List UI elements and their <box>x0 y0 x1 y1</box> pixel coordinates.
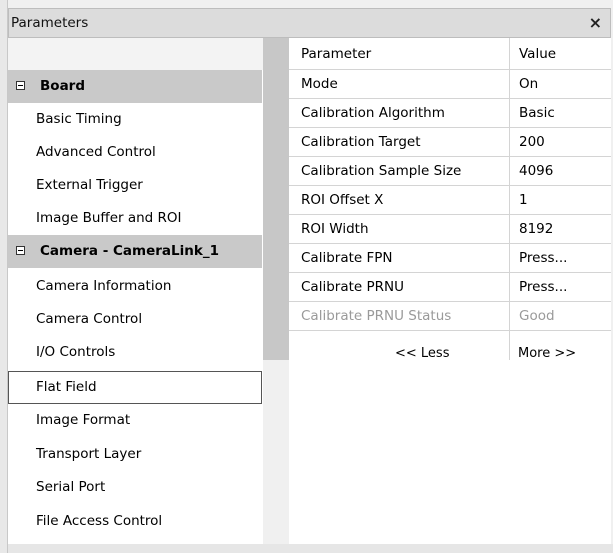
tree-item-label: External Trigger <box>36 177 143 193</box>
param-row-mode[interactable]: Mode On <box>289 70 611 99</box>
param-value[interactable]: 200 <box>519 134 545 150</box>
param-value[interactable]: 4096 <box>519 163 553 179</box>
param-name: Calibrate FPN <box>301 250 393 266</box>
param-name: Calibrate PRNU Status <box>301 308 452 324</box>
tree-item-label: I/O Controls <box>36 344 116 360</box>
param-value: Good <box>519 308 555 324</box>
tree-item-label: Flat Field <box>36 379 97 395</box>
tree-item-image-format[interactable]: Image Format <box>8 404 262 437</box>
param-name: Calibrate PRNU <box>301 279 404 295</box>
param-name: Mode <box>301 76 338 92</box>
tree-item-label: Advanced Control <box>36 144 156 160</box>
param-name: Calibration Sample Size <box>301 163 462 179</box>
bottom-strip <box>8 544 613 553</box>
tree-item-label: Serial Port <box>36 479 106 495</box>
tree-group-camera[interactable]: Camera - CameraLink_1 <box>8 235 262 268</box>
column-header-value[interactable]: Value <box>519 46 556 62</box>
grid-header: Parameter Value <box>289 38 611 70</box>
tree-item-label: Image Format <box>36 412 131 428</box>
tree-item-basic-timing[interactable]: Basic Timing <box>8 103 262 136</box>
calibrate-prnu-button[interactable]: Press... <box>519 279 567 295</box>
param-row-calibrate-prnu-status: Calibrate PRNU Status Good <box>289 302 611 331</box>
title-bar: Parameters × <box>8 8 611 38</box>
param-name: Calibration Target <box>301 134 421 150</box>
tree-item-label: Transport Layer <box>36 446 142 462</box>
parameter-grid: Parameter Value Mode On Calibration Algo… <box>289 38 611 544</box>
param-row-roi-offset-x[interactable]: ROI Offset X 1 <box>289 186 611 215</box>
param-value[interactable]: 8192 <box>519 221 553 237</box>
param-row-calibration-target[interactable]: Calibration Target 200 <box>289 128 611 157</box>
tree-item-serial-port[interactable]: Serial Port <box>8 471 262 504</box>
collapse-icon[interactable] <box>16 246 25 255</box>
more-button[interactable]: More >> <box>518 346 576 361</box>
tree-item-label: Image Buffer and ROI <box>36 210 182 226</box>
param-value[interactable]: On <box>519 76 538 92</box>
tree-group-label: Board <box>40 78 85 94</box>
param-row-calibrate-prnu[interactable]: Calibrate PRNU Press... <box>289 273 611 302</box>
panel-splitter[interactable] <box>263 38 289 360</box>
tree-item-camera-information[interactable]: Camera Information <box>8 270 262 303</box>
tree-header <box>8 38 263 70</box>
tree-group-label: Camera - CameraLink_1 <box>40 243 219 259</box>
category-tree: Board Basic Timing Advanced Control Exte… <box>8 38 263 544</box>
calibrate-fpn-button[interactable]: Press... <box>519 250 567 266</box>
window-title: Parameters <box>11 15 89 31</box>
param-name: ROI Width <box>301 221 369 237</box>
tree-item-image-buffer-roi[interactable]: Image Buffer and ROI <box>8 202 262 235</box>
tree-group-board[interactable]: Board <box>8 70 262 103</box>
param-row-calibration-algorithm[interactable]: Calibration Algorithm Basic <box>289 99 611 128</box>
tree-item-external-trigger[interactable]: External Trigger <box>8 169 262 202</box>
tree-item-label: Camera Control <box>36 311 143 327</box>
tree-item-file-access-control[interactable]: File Access Control <box>8 505 262 538</box>
param-name: Calibration Algorithm <box>301 105 445 121</box>
tree-item-advanced-control[interactable]: Advanced Control <box>8 136 262 169</box>
tree-item-camera-control[interactable]: Camera Control <box>8 303 262 336</box>
param-row-calibrate-fpn[interactable]: Calibrate FPN Press... <box>289 244 611 273</box>
tree-item-flat-field[interactable]: Flat Field <box>8 371 262 404</box>
parameters-window: Parameters × Board Basic Timing Advanced… <box>0 0 613 553</box>
tree-item-label: Camera Information <box>36 278 172 294</box>
param-row-calibration-sample-size[interactable]: Calibration Sample Size 4096 <box>289 157 611 186</box>
window-left-edge <box>0 0 8 553</box>
param-name: ROI Offset X <box>301 192 384 208</box>
param-row-roi-width[interactable]: ROI Width 8192 <box>289 215 611 244</box>
tree-item-io-controls[interactable]: I/O Controls <box>8 336 262 369</box>
tree-item-label: File Access Control <box>36 513 163 529</box>
tree-item-label: Basic Timing <box>36 111 122 127</box>
close-icon[interactable]: × <box>589 13 602 32</box>
column-header-parameter[interactable]: Parameter <box>301 46 371 62</box>
collapse-icon[interactable] <box>16 81 25 90</box>
param-value[interactable]: 1 <box>519 192 528 208</box>
tree-item-transport-layer[interactable]: Transport Layer <box>8 438 262 471</box>
less-button[interactable]: << Less <box>395 346 449 361</box>
param-value[interactable]: Basic <box>519 105 555 121</box>
